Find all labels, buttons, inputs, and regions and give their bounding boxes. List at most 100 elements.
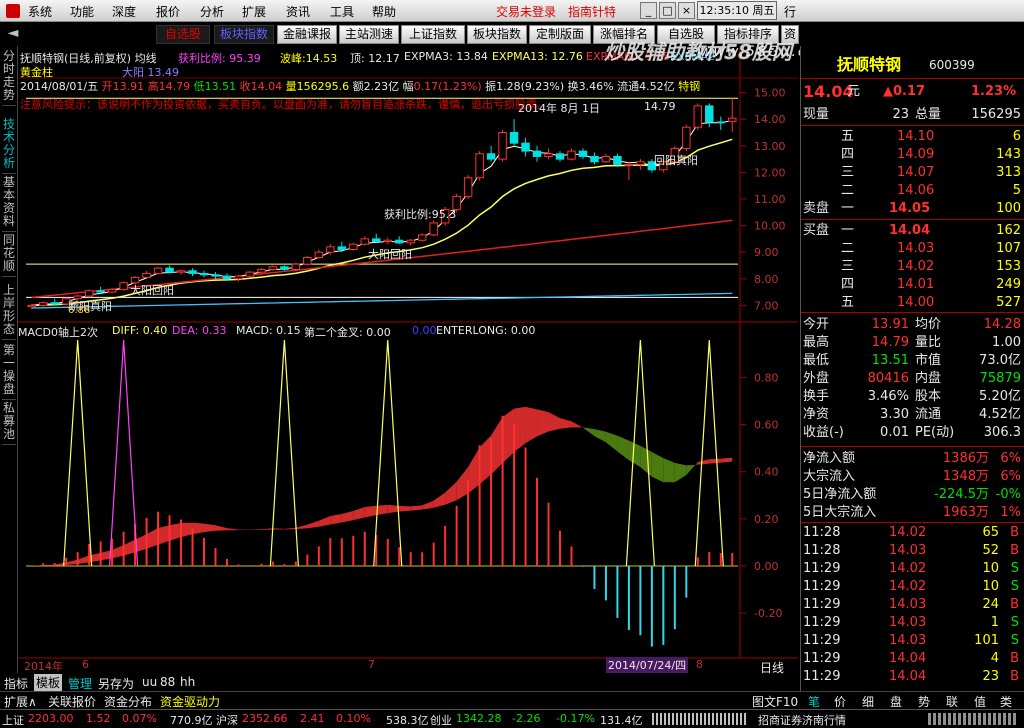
stat-value-2: 5.20亿 <box>979 388 1021 406</box>
tab-uu[interactable]: uu <box>142 675 157 689</box>
tab-watchlist-pink[interactable]: 自选股 <box>156 25 210 44</box>
menu-news[interactable]: 资讯 <box>286 3 310 20</box>
candle-body <box>39 303 46 306</box>
tab-zhi[interactable]: 值 <box>974 693 986 710</box>
tab-pattern[interactable]: 上岸形态 <box>2 284 16 340</box>
bid-row: 一14.04162 <box>801 222 1024 240</box>
flow-row: 大宗流入1348万6% <box>801 468 1024 486</box>
tick-volume: 23 <box>982 668 999 686</box>
tab-jia[interactable]: 价 <box>834 693 846 710</box>
tab-manage[interactable]: 管理 <box>68 675 92 692</box>
macd-ribbon-segment <box>365 506 376 518</box>
tab-sector-index-pink[interactable]: 板块指数 <box>214 25 274 44</box>
tab-intraday[interactable]: 分时走势 <box>2 50 16 106</box>
flow-row: 净流入额1386万6% <box>801 450 1024 468</box>
tab-related-quote[interactable]: 关联报价 <box>48 693 96 710</box>
macd-ribbon-segment <box>480 435 491 484</box>
menu-system[interactable]: 系统 <box>28 3 52 20</box>
candle-body <box>683 127 690 148</box>
menu-extend[interactable]: 扩展 <box>242 3 266 20</box>
amount-value: 2.23亿 <box>364 80 400 93</box>
annotation-yang1: 大阳回阳 <box>130 282 174 298</box>
macd-ribbon-segment <box>686 462 697 475</box>
tb-sh-index[interactable]: 上证指数 <box>401 25 465 44</box>
tab-ths[interactable]: 同花顺 <box>2 234 16 277</box>
back-arrow-icon[interactable]: ◄ <box>4 25 22 44</box>
tb-speed-test[interactable]: 主站测速 <box>339 25 399 44</box>
tick-side: B <box>1010 668 1019 686</box>
menu-function[interactable]: 功能 <box>70 3 94 20</box>
tab-xi[interactable]: 细 <box>862 693 874 710</box>
tab-hh[interactable]: hh <box>180 675 195 689</box>
menu-help[interactable]: 帮助 <box>372 3 396 20</box>
tab-fund-driver[interactable]: 资金驱动力 <box>160 693 220 710</box>
tab-indicator[interactable]: 指标 <box>4 675 28 692</box>
tab-pan[interactable]: 盘 <box>890 693 902 710</box>
tab-extend[interactable]: 扩展∧ <box>4 693 37 710</box>
close-button[interactable]: × <box>678 2 695 19</box>
ask-volume: 6 <box>1013 128 1021 146</box>
tab-technical[interactable]: 技术分析 <box>2 118 16 174</box>
tb-sector-index[interactable]: 板块指数 <box>467 25 527 44</box>
menu-quote[interactable]: 报价 <box>156 3 180 20</box>
minimize-button[interactable]: _ <box>640 2 657 19</box>
macd-ribbon-segment <box>606 432 617 452</box>
float-label: 流通 <box>617 80 639 93</box>
tab-bi[interactable]: 笔 <box>808 693 820 710</box>
now-vol: 23 <box>892 106 909 124</box>
candle-body <box>706 106 713 122</box>
maximize-button[interactable]: □ <box>659 2 676 19</box>
status-bar: 上证 2203.00 1.52 0.07% 770.9亿 沪深 2352.66 … <box>0 709 1024 727</box>
tick-side: S <box>1011 632 1019 650</box>
tick-price: 14.02 <box>889 560 926 578</box>
tab-lei[interactable]: 类 <box>1000 693 1012 710</box>
tb-custom-layout[interactable]: 定制版面 <box>529 25 591 44</box>
macd-tick-label: 0.00 <box>754 560 779 573</box>
macd-zero: 0.00 <box>412 324 437 337</box>
tab-template[interactable]: 模板 <box>34 674 62 691</box>
sell-label: 卖盘 <box>803 200 829 218</box>
price-tick-label: 11.00 <box>754 193 786 206</box>
stat-value-1: 14.79 <box>872 334 909 352</box>
broker-name: 招商证券济南行情 <box>758 712 846 728</box>
flow-value: -224.5万 <box>934 486 989 504</box>
menu-tools[interactable]: 工具 <box>330 3 354 20</box>
stat-label-2: 流通 <box>915 406 941 424</box>
tab-fundamental[interactable]: 基本资料 <box>2 176 16 232</box>
tab-fund-distribution[interactable]: 资金分布 <box>104 693 152 710</box>
bid-price: 14.02 <box>897 258 934 276</box>
tab-shi[interactable]: 势 <box>918 693 930 710</box>
tick-time: 11:29 <box>803 560 840 578</box>
bid-level-label: 五 <box>841 294 854 312</box>
trade-login-alert[interactable]: 交易未登录 <box>496 3 556 20</box>
menu-depth[interactable]: 深度 <box>112 3 136 20</box>
chart-area[interactable]: 15.0014.0013.0012.0011.0010.009.008.007.… <box>18 46 798 684</box>
vol-value: 156295.6 <box>297 80 350 93</box>
tb-finance-class[interactable]: 金融课报 <box>277 25 337 44</box>
tab-save-as[interactable]: 另存为 <box>98 675 134 692</box>
window-label[interactable]: 行 <box>784 3 796 20</box>
tick-volume: 65 <box>982 524 999 542</box>
tick-time: 11:28 <box>803 524 840 542</box>
tab-88[interactable]: 88 <box>160 675 175 689</box>
compass-alert[interactable]: 指南针特 <box>568 3 616 20</box>
chart-svg[interactable]: 15.0014.0013.0012.0011.0010.009.008.007.… <box>18 46 798 684</box>
bid-volume: 249 <box>996 276 1021 294</box>
sz-label: 沪深 <box>216 712 238 728</box>
tab-f10[interactable]: 图文F10 <box>752 693 798 710</box>
stat-row: 净资3.30流通4.52亿 <box>801 406 1024 424</box>
menu-analysis[interactable]: 分析 <box>200 3 224 20</box>
tab-lian[interactable]: 联 <box>946 693 958 710</box>
sz-pct: 0.10% <box>336 712 371 725</box>
macd-ribbon-segment <box>307 521 318 528</box>
stat-label-2: 股本 <box>915 388 941 406</box>
tab-first-trade[interactable]: 第一操盘 <box>2 344 16 400</box>
stat-value-1: 0.01 <box>880 424 909 442</box>
period-daily[interactable]: 日线 <box>760 659 784 676</box>
ask-level-label: 五 <box>841 128 854 146</box>
tab-private-pool[interactable]: 私募池 <box>2 402 16 445</box>
change-value: 0.17(1.23%) <box>414 80 482 93</box>
tick-volume: 52 <box>982 542 999 560</box>
tick-row: 11:2814.0265B <box>801 524 1024 542</box>
high-annotation: 14.79 <box>644 100 676 113</box>
